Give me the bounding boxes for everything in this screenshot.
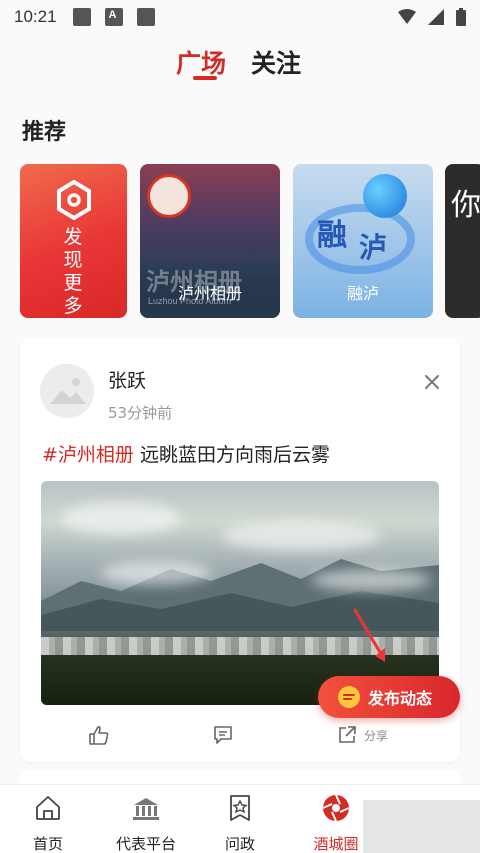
tab-follow[interactable]: 关注 <box>251 44 301 80</box>
cloud <box>61 501 181 535</box>
card-partial-overlay: 你 <box>451 188 480 223</box>
card-discover-label: 发现更多 <box>63 226 83 317</box>
share-icon <box>339 726 356 743</box>
status-bar: 10:21 <box>0 0 480 34</box>
close-icon[interactable] <box>422 372 442 392</box>
hexagon-icon <box>57 180 91 220</box>
wifi-icon <box>398 9 416 24</box>
notification-icon <box>72 8 91 26</box>
aperture-icon <box>322 794 350 822</box>
comment-icon <box>214 726 232 744</box>
keyboard-icon <box>104 8 123 26</box>
signal-icon <box>428 9 444 25</box>
share-button[interactable]: 分享 <box>336 722 388 748</box>
ronglu-overlay-1: 融 <box>317 218 347 253</box>
arrow-icon <box>353 608 385 662</box>
home-icon <box>36 796 60 820</box>
overlay-block <box>363 800 480 853</box>
clock: 10:21 <box>14 7 57 26</box>
share-label: 分享 <box>364 728 389 743</box>
avatar[interactable] <box>40 364 94 418</box>
nav-representatives[interactable]: 代表平台 <box>96 793 196 853</box>
notification-icon-2 <box>136 8 155 26</box>
comment-button[interactable] <box>212 722 234 748</box>
star-badge-icon <box>230 795 250 821</box>
nav-representatives-label: 代表平台 <box>115 835 176 853</box>
sphere-graphic <box>363 174 407 218</box>
card-album-label: 泸州相册 <box>177 284 242 303</box>
top-tabs: 广场 关注 <box>0 34 480 94</box>
cloud <box>311 569 431 591</box>
post-image[interactable] <box>41 481 439 705</box>
cloud <box>101 561 211 585</box>
battery-icon <box>456 8 466 26</box>
nav-home-label: 首页 <box>32 835 63 853</box>
card-ronglu[interactable]: 融 泸 融泸 <box>293 164 433 318</box>
nav-inquiry[interactable]: 问政 <box>190 793 290 853</box>
post-hashtag[interactable]: #泸州相册 <box>42 444 134 466</box>
publish-post-button[interactable]: 发布动态 <box>318 676 460 718</box>
card-partial[interactable]: 你 <box>445 164 480 318</box>
like-button[interactable] <box>88 722 110 748</box>
publish-icon <box>338 686 360 708</box>
active-tab-indicator <box>193 76 217 80</box>
recommend-carousel[interactable]: 发现更多 泸州相册 Luzhou Photo Album 泸州相册 融 泸 融泸… <box>20 164 480 320</box>
author-name[interactable]: 张跃 <box>108 366 146 393</box>
post-text: #泸州相册 远眺蓝田方向雨后云雾 <box>42 440 330 467</box>
post-time: 53分钟前 <box>108 404 173 422</box>
cloud <box>221 521 381 551</box>
card-discover-more[interactable]: 发现更多 <box>20 164 127 318</box>
section-title-recommend: 推荐 <box>22 120 67 145</box>
nav-home[interactable]: 首页 <box>0 793 98 853</box>
thumbs-up-icon <box>89 725 109 745</box>
post-actions: 分享 <box>20 718 460 752</box>
nav-inquiry-label: 问政 <box>224 835 255 853</box>
building-icon <box>133 798 159 820</box>
album-logo <box>147 174 191 218</box>
post-body: 远眺蓝田方向雨后云雾 <box>139 444 330 466</box>
publish-post-label: 发布动态 <box>368 689 433 708</box>
tab-square[interactable]: 广场 <box>176 44 226 80</box>
image-placeholder-icon <box>40 364 94 418</box>
card-ronglu-label: 融泸 <box>346 284 379 303</box>
card-luzhou-album[interactable]: 泸州相册 Luzhou Photo Album 泸州相册 <box>140 164 280 318</box>
ronglu-overlay-2: 泸 <box>359 231 388 264</box>
